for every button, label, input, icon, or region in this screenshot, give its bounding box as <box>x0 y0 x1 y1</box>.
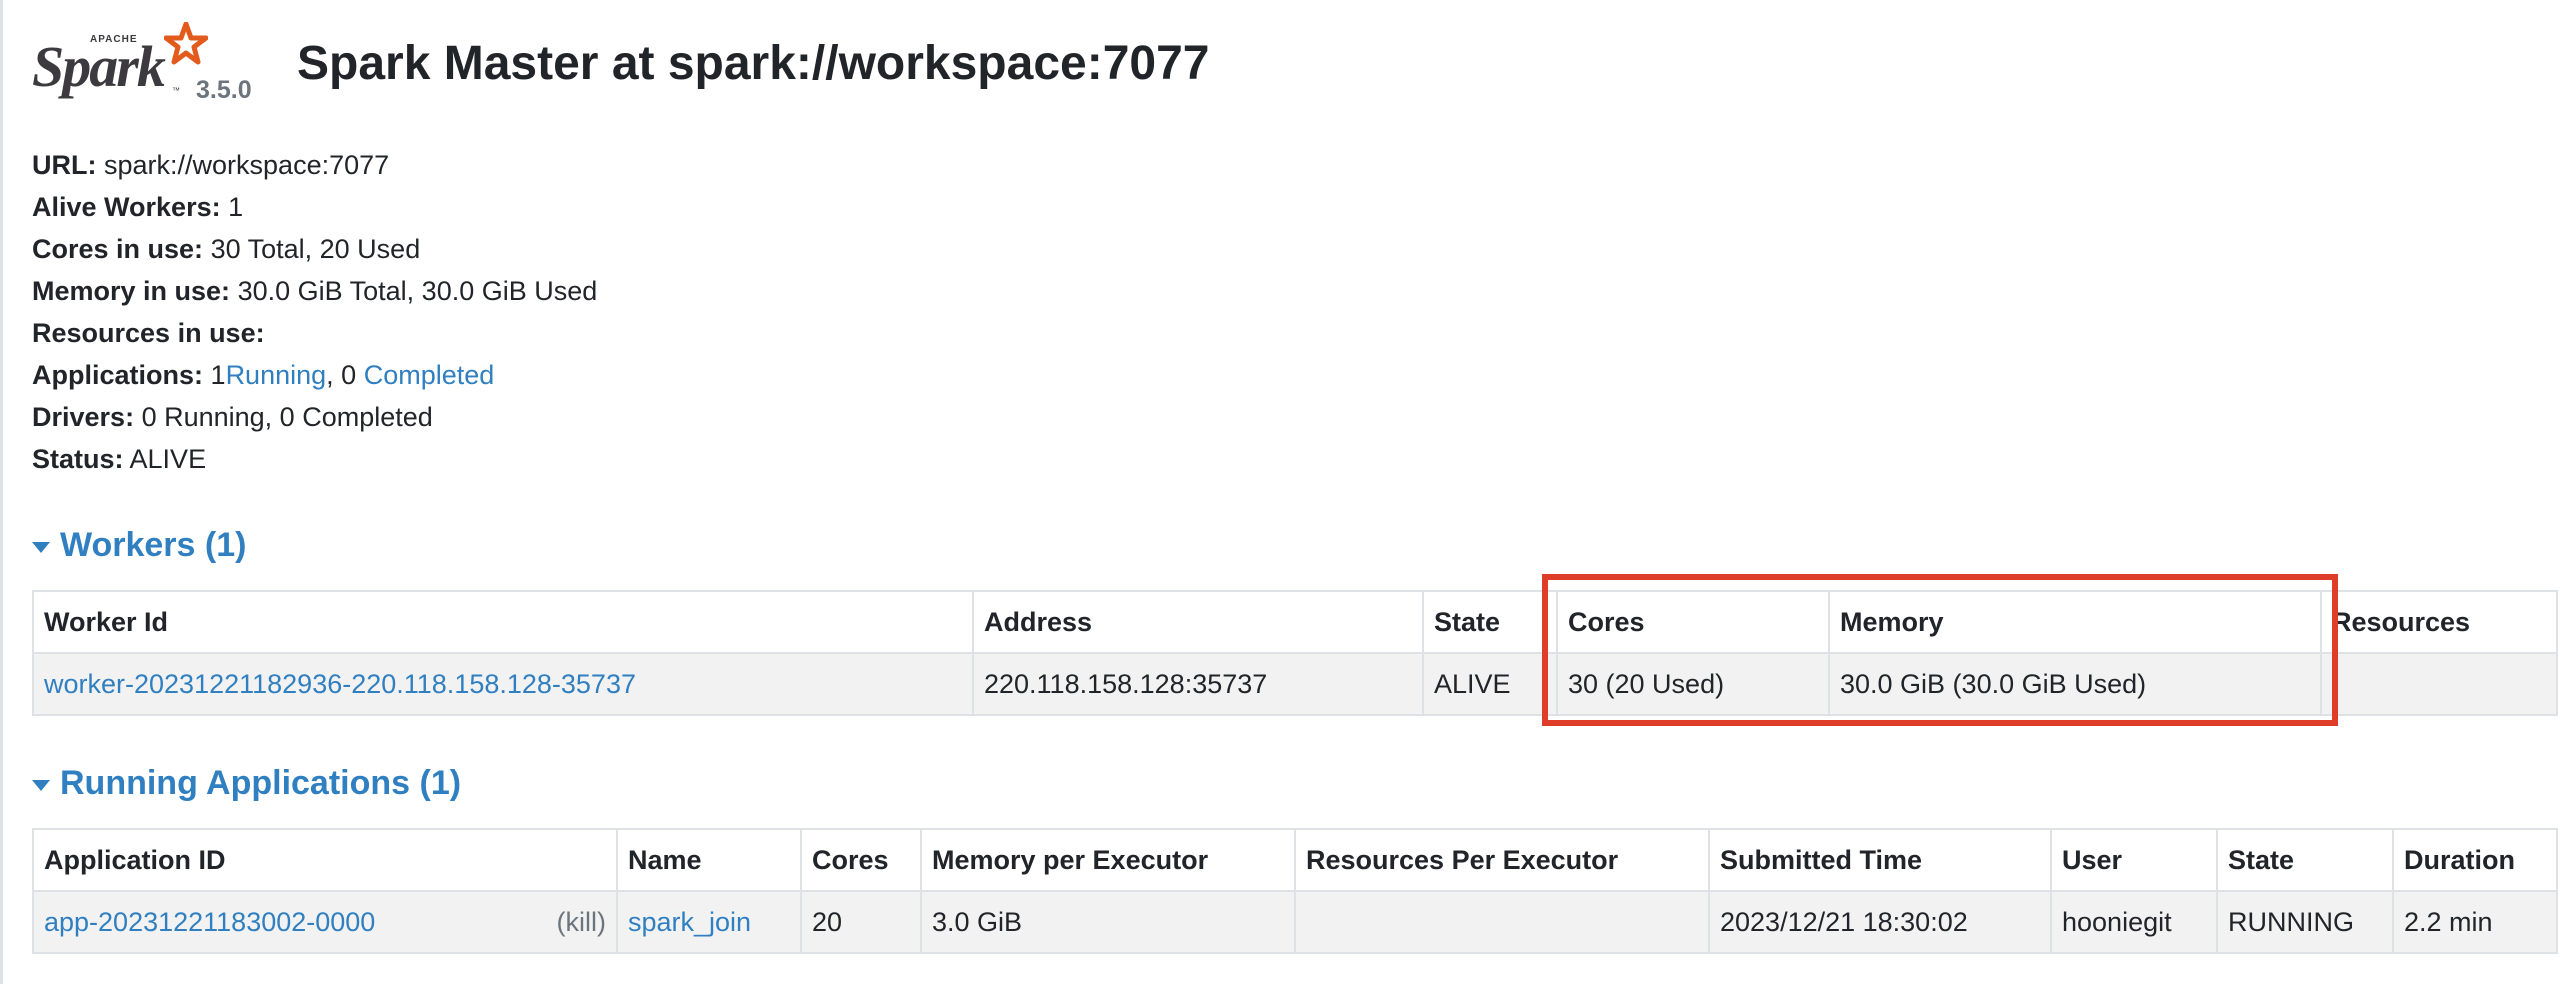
workers-header-row: Worker Id Address State Cores Memory Res… <box>32 590 2558 654</box>
collapse-caret-icon <box>32 542 50 553</box>
col-memory-per-executor[interactable]: Memory per Executor <box>920 828 1296 892</box>
summary-cores: Cores in use: 30 Total, 20 Used <box>32 228 597 270</box>
page-title: Spark Master at spark://workspace:7077 <box>297 37 1210 90</box>
worker-id-link[interactable]: worker-20231221182936-220.118.158.128-35… <box>44 669 636 699</box>
summary-alive-workers: Alive Workers: 1 <box>32 186 597 228</box>
header: APACHE Spark ™ 3.5.0 <box>32 20 252 110</box>
col-resources[interactable]: Resources <box>2320 590 2558 654</box>
col-application-id[interactable]: Application ID <box>32 828 618 892</box>
summary-resources: Resources in use: <box>32 312 597 354</box>
workers-section-toggle[interactable]: Workers (1) <box>32 526 246 565</box>
col-cores[interactable]: Cores <box>800 828 922 892</box>
app-cores: 20 <box>800 890 922 954</box>
app-id-cell: app-20231221183002-0000 (kill) <box>32 890 618 954</box>
app-user: hooniegit <box>2050 890 2218 954</box>
drivers-label: Drivers: <box>32 402 135 432</box>
logo-trademark: ™ <box>172 86 180 95</box>
app-duration: 2.2 min <box>2392 890 2558 954</box>
col-submitted-time[interactable]: Submitted Time <box>1708 828 2052 892</box>
alive-workers-value: 1 <box>228 192 244 222</box>
running-apps-section-toggle[interactable]: Running Applications (1) <box>32 764 461 803</box>
applications-running-count: 1 <box>210 360 226 390</box>
col-resources-per-executor[interactable]: Resources Per Executor <box>1294 828 1710 892</box>
col-state[interactable]: State <box>1422 590 1558 654</box>
app-submitted-time: 2023/12/21 18:30:02 <box>1708 890 2052 954</box>
resources-in-use-label: Resources in use: <box>32 318 265 348</box>
workers-section-title: Workers (1) <box>60 526 247 564</box>
applications-label: Applications: <box>32 360 204 390</box>
col-cores[interactable]: Cores <box>1556 590 1830 654</box>
master-summary: URL: spark://workspace:7077 Alive Worker… <box>32 144 597 480</box>
drivers-value: 0 Running, 0 Completed <box>141 402 433 432</box>
alive-workers-label: Alive Workers: <box>32 192 221 222</box>
col-name[interactable]: Name <box>616 828 802 892</box>
running-apps-table: Application ID Name Cores Memory per Exe… <box>32 828 2558 954</box>
url-label: URL: <box>32 150 97 180</box>
app-state: RUNNING <box>2216 890 2394 954</box>
app-name-link[interactable]: spark_join <box>628 907 751 937</box>
url-value: spark://workspace:7077 <box>104 150 390 180</box>
kill-app-link[interactable]: (kill) <box>557 907 606 938</box>
left-border <box>0 0 3 984</box>
apps-header-row: Application ID Name Cores Memory per Exe… <box>32 828 2558 892</box>
worker-state: ALIVE <box>1422 652 1558 716</box>
summary-drivers: Drivers: 0 Running, 0 Completed <box>32 396 597 438</box>
col-duration[interactable]: Duration <box>2392 828 2558 892</box>
summary-url: URL: spark://workspace:7077 <box>32 144 597 186</box>
cores-in-use-label: Cores in use: <box>32 234 204 264</box>
worker-cores: 30 (20 Used) <box>1556 652 1830 716</box>
running-apps-section-title: Running Applications (1) <box>60 764 462 802</box>
table-row: app-20231221183002-0000 (kill) spark_joi… <box>32 890 2558 954</box>
status-value: ALIVE <box>129 444 207 474</box>
memory-in-use-value: 30.0 GiB Total, 30.0 GiB Used <box>237 276 598 306</box>
applications-completed-link[interactable]: Completed <box>364 360 495 390</box>
memory-in-use-label: Memory in use: <box>32 276 231 306</box>
collapse-caret-icon <box>32 780 50 791</box>
app-id-link[interactable]: app-20231221183002-0000 <box>44 907 375 937</box>
logo-spark-text: Spark <box>32 34 166 99</box>
workers-table: Worker Id Address State Cores Memory Res… <box>32 590 2558 716</box>
spark-star-icon <box>164 22 208 65</box>
summary-memory: Memory in use: 30.0 GiB Total, 30.0 GiB … <box>32 270 597 312</box>
app-memory-per-executor: 3.0 GiB <box>920 890 1296 954</box>
applications-completed-count: 0 <box>341 360 357 390</box>
col-memory[interactable]: Memory <box>1828 590 2322 654</box>
col-state[interactable]: State <box>2216 828 2394 892</box>
status-label: Status: <box>32 444 124 474</box>
table-row: worker-20231221182936-220.118.158.128-35… <box>32 652 2558 716</box>
worker-memory: 30.0 GiB (30.0 GiB Used) <box>1828 652 2322 716</box>
applications-running-link[interactable]: Running <box>226 360 327 390</box>
app-resources-per-executor <box>1294 890 1710 954</box>
col-user[interactable]: User <box>2050 828 2218 892</box>
spark-logo[interactable]: APACHE Spark ™ 3.5.0 <box>32 20 252 110</box>
worker-address: 220.118.158.128:35737 <box>972 652 1424 716</box>
col-address[interactable]: Address <box>972 590 1424 654</box>
worker-resources <box>2320 652 2558 716</box>
worker-id-cell: worker-20231221182936-220.118.158.128-35… <box>32 652 974 716</box>
applications-separator: , <box>326 360 334 390</box>
summary-applications: Applications: 1Running, 0 Completed <box>32 354 597 396</box>
spark-version: 3.5.0 <box>196 76 252 104</box>
col-worker-id[interactable]: Worker Id <box>32 590 974 654</box>
app-name-cell: spark_join <box>616 890 802 954</box>
summary-status: Status: ALIVE <box>32 438 597 480</box>
cores-in-use-value: 30 Total, 20 Used <box>210 234 421 264</box>
